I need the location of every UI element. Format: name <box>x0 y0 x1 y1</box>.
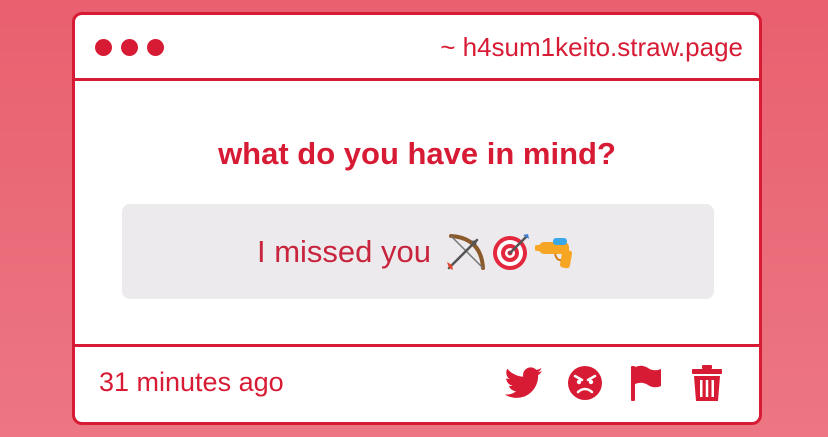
angry-face-icon <box>568 366 602 400</box>
window-dot-3 <box>147 39 164 56</box>
message-card: ~ h4sum1keito.straw.page what do you hav… <box>72 12 762 425</box>
twitter-share-button[interactable] <box>504 363 544 403</box>
twitter-icon <box>505 367 543 398</box>
direct-hit-target-icon <box>493 233 529 270</box>
water-pistol-icon <box>535 237 573 268</box>
page-url: ~ h4sum1keito.straw.page <box>440 32 743 62</box>
window-dot-1 <box>95 39 112 56</box>
window-dot-2 <box>121 39 138 56</box>
angry-react-button[interactable] <box>565 363 605 403</box>
report-flag-button[interactable] <box>626 363 666 403</box>
trash-icon <box>692 365 722 401</box>
question-title: what do you have in mind? <box>218 136 616 171</box>
message-footer: 31 minutes ago <box>75 344 759 422</box>
answer-text: I missed you <box>256 233 431 269</box>
bow-and-arrow-icon <box>447 233 485 270</box>
flag-icon <box>631 365 661 401</box>
answer-emojis <box>443 232 579 272</box>
message-body: what do you have in mind? I missed you <box>75 81 759 347</box>
answer-box: I missed you <box>122 204 714 299</box>
timestamp: 31 minutes ago <box>99 367 284 397</box>
action-bar <box>504 363 727 403</box>
window-titlebar: ~ h4sum1keito.straw.page <box>75 15 759 81</box>
window-dots <box>95 39 164 56</box>
delete-button[interactable] <box>687 363 727 403</box>
